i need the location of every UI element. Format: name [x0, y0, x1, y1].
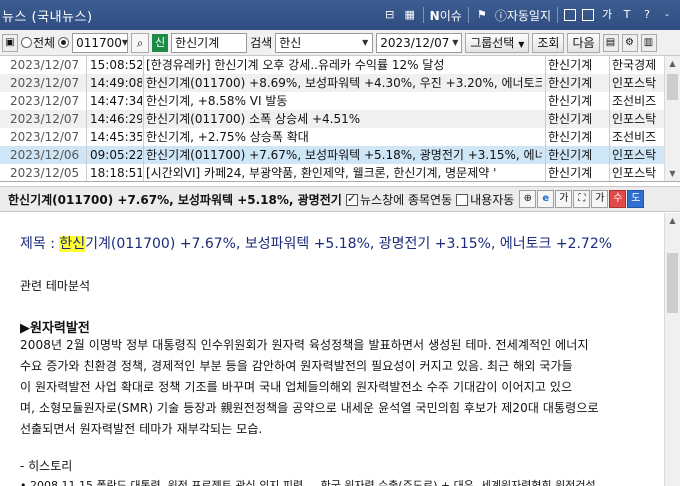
news-row[interactable]: 2023/12/07 15:08:52 [한경유레카] 한신기계 오후 강세..… — [0, 56, 680, 74]
scroll-down-icon[interactable]: ▼ — [665, 166, 680, 181]
news-list-scrollbar[interactable]: ▲ ▼ — [664, 56, 680, 181]
gear-icon[interactable]: ⚙ — [621, 33, 638, 52]
radio-stock[interactable] — [58, 37, 70, 48]
news-row-selected[interactable]: 2023/12/06 09:05:22 한신기계(011700) +7.67%,… — [0, 146, 680, 164]
window-title: 뉴스 (국내뉴스) — [2, 9, 93, 25]
group-select-button[interactable]: 그룹선택 ▼ — [465, 32, 530, 53]
stock-credit-badge: 신 — [152, 33, 169, 52]
expand-icon[interactable]: ⛶ — [573, 190, 591, 208]
date-picker[interactable]: 2023/12/07 ▼ — [376, 32, 463, 53]
panel-icon[interactable]: ▥ — [640, 33, 657, 52]
next-button[interactable]: 다음 — [567, 32, 600, 53]
notify-icon[interactable]: ⚑ — [475, 8, 489, 22]
stock-name-field[interactable]: 한신기계 — [171, 32, 248, 53]
auto-journal-button[interactable]: ⓘ자동일지 — [495, 7, 551, 24]
title-bar: 뉴스 (국내뉴스) ⊟ ▦ N이슈 ⚑ ⓘ자동일지 가 T ? - — [0, 0, 680, 30]
article-body: 2008년 2월 이명박 정부 대통령직 인수위원회가 원자력 육성정책을 발표… — [20, 338, 599, 436]
history-line: • 2008.11.15 폴란드 대통령, 원전 프로젝트 관심 의지 피력 .… — [20, 479, 596, 486]
chevron-down-icon: ▼ — [518, 39, 525, 49]
news-row[interactable]: 2023/12/07 14:45:35 한신기계, +2.75% 상승폭 확대 … — [0, 128, 680, 146]
stock-search-icon[interactable]: ⌕ — [131, 32, 150, 53]
scroll-thumb[interactable] — [667, 74, 678, 100]
minimize-small-icon[interactable]: ⊟ — [383, 8, 397, 22]
article-subject: 제목 : 한신기계(011700) +7.67%, 보성파워텍 +5.18%, … — [20, 236, 613, 252]
window-split-icon[interactable] — [582, 9, 594, 21]
radio-stock-dot — [58, 37, 70, 48]
zoom-icon[interactable]: ⊕ — [519, 190, 537, 208]
news-row[interactable]: 2023/12/07 14:46:29 한신기계(011700) 소폭 상승세 … — [0, 110, 680, 128]
minimize-button[interactable]: - — [660, 8, 674, 22]
section-label: 관련 테마분석 — [20, 279, 91, 293]
issue-button[interactable]: N이슈 — [430, 7, 462, 24]
news-row[interactable]: 2023/12/05 18:18:51 [시간외VI] 카페24, 부광약품, … — [0, 164, 680, 181]
link-stock-checkbox[interactable]: 뉴스창에 종목연동 — [346, 191, 452, 208]
scroll-thumb[interactable] — [667, 253, 678, 313]
font-size-button[interactable]: 가 — [600, 8, 614, 22]
chevron-down-icon: ▼ — [362, 37, 369, 47]
search-label: 검색 — [250, 36, 273, 50]
sell-button[interactable]: 도 — [627, 190, 645, 208]
scroll-up-icon[interactable]: ▲ — [665, 56, 680, 72]
news-row[interactable]: 2023/12/07 14:47:34 한신기계, +8.58% VI 발동 한… — [0, 92, 680, 110]
auto-content-checkbox[interactable]: 내용자동 — [456, 191, 514, 208]
checkbox-empty-icon — [456, 193, 469, 206]
news-list: 2023/12/07 15:08:52 [한경유레카] 한신기계 오후 강세..… — [0, 56, 680, 182]
buy-button[interactable]: 수 — [609, 190, 627, 208]
stock-code-combo[interactable]: 011700 ▼ — [72, 32, 129, 53]
help-button[interactable]: ? — [640, 8, 654, 22]
search-highlight: 한신 — [59, 236, 86, 252]
article-scrollbar[interactable]: ▲ — [664, 213, 680, 486]
text-format-button[interactable]: T — [620, 8, 634, 22]
headline-bar: 한신기계(011700) +7.67%, 보성파워텍 +5.18%, 광명전기 … — [0, 186, 680, 212]
radio-all-dot — [21, 37, 32, 48]
font-small-button[interactable]: 가 — [591, 190, 609, 208]
font-up-button[interactable]: 가 — [555, 190, 573, 208]
search-keyword-combo[interactable]: 한신 ▼ — [275, 32, 374, 53]
query-button[interactable]: 조회 — [532, 32, 565, 53]
info-icon: ⓘ — [494, 8, 507, 23]
scroll-up-icon[interactable]: ▲ — [665, 213, 680, 229]
link-screen-icon[interactable]: ▣ — [2, 33, 18, 52]
headline-text: 한신기계(011700) +7.67%, 보성파워텍 +5.18%, 광명전기 — [8, 192, 342, 207]
chevron-down-icon: ▼ — [452, 37, 459, 47]
article-view: 제목 : 한신기계(011700) +7.67%, 보성파워텍 +5.18%, … — [0, 213, 664, 486]
history-label: - 히스토리 — [20, 459, 73, 473]
check-icon — [346, 192, 358, 206]
window-link-icon[interactable] — [564, 9, 576, 21]
search-toolbar: ▣ 전체 011700 ▼ ⌕ 신 한신기계 검색 한신 ▼ 2023/12/0… — [0, 30, 680, 56]
layout-icon[interactable]: ▤ — [602, 33, 619, 52]
browser-icon[interactable]: e — [537, 190, 555, 208]
title-tools: ⊟ ▦ N이슈 ⚑ ⓘ자동일지 가 T ? - — [383, 7, 680, 24]
news-row[interactable]: 2023/12/07 14:49:08 한신기계(011700) +8.69%,… — [0, 74, 680, 92]
chevron-down-icon: ▼ — [121, 37, 129, 47]
grid-icon[interactable]: ▦ — [403, 8, 417, 22]
theme-title: ▶원자력발전 — [20, 321, 90, 336]
radio-all[interactable]: 전체 — [21, 34, 55, 51]
